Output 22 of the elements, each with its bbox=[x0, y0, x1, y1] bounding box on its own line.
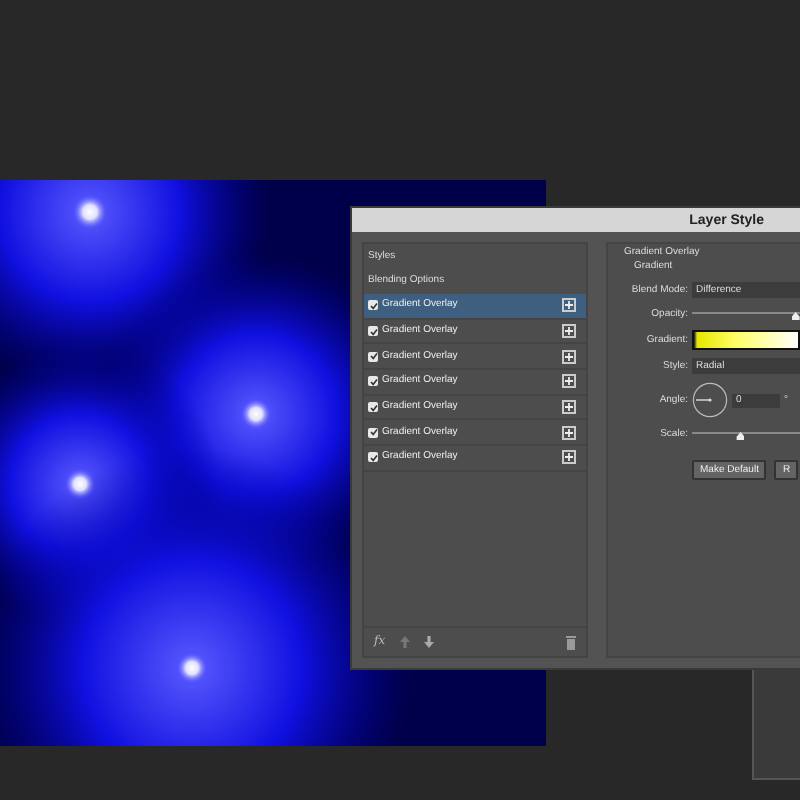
checkbox[interactable] bbox=[368, 376, 378, 387]
slider-thumb[interactable] bbox=[791, 312, 800, 320]
trash-icon[interactable] bbox=[566, 635, 576, 649]
checkbox[interactable] bbox=[368, 326, 378, 337]
add-icon[interactable] bbox=[562, 400, 576, 415]
checkbox[interactable] bbox=[368, 351, 378, 362]
checkbox[interactable] bbox=[368, 402, 378, 413]
add-icon[interactable] bbox=[562, 425, 576, 440]
slider[interactable] bbox=[692, 426, 800, 442]
checkbox[interactable] bbox=[368, 452, 378, 463]
gradient-swatch[interactable] bbox=[692, 330, 800, 350]
checkbox[interactable] bbox=[368, 300, 378, 311]
add-icon[interactable] bbox=[562, 450, 576, 465]
checkbox[interactable] bbox=[368, 427, 378, 438]
slider[interactable] bbox=[692, 306, 800, 322]
add-icon[interactable] bbox=[562, 374, 576, 389]
add-icon[interactable] bbox=[562, 324, 576, 339]
slider-thumb[interactable] bbox=[736, 432, 745, 440]
down-arrow-icon[interactable] bbox=[423, 636, 434, 648]
add-icon[interactable] bbox=[562, 349, 576, 364]
add-icon[interactable] bbox=[562, 298, 576, 313]
angle-dial-icon[interactable] bbox=[692, 382, 728, 418]
